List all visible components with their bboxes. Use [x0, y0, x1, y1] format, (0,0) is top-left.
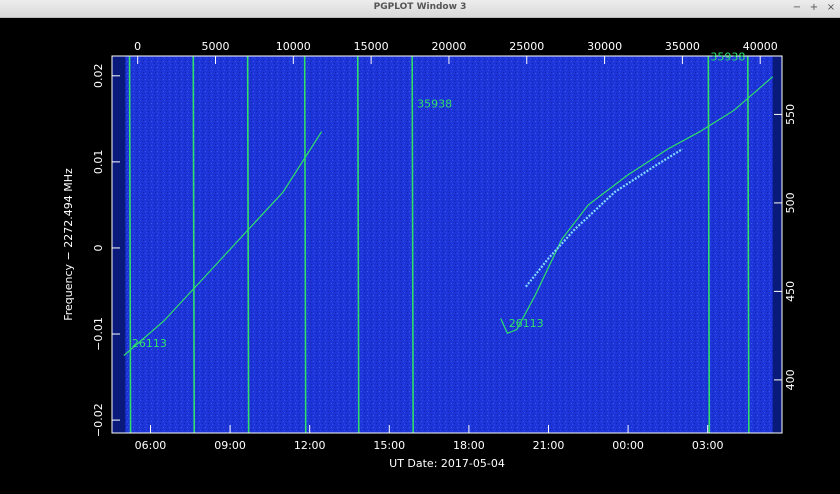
- title-bar[interactable]: PGPLOT Window 3 − + ×: [0, 0, 840, 18]
- x-axis-label: UT Date: 2017-05-04: [389, 457, 505, 470]
- pgplot-window: PGPLOT Window 3 − + × 06:00 09:00 12:00 15:…: [0, 0, 840, 494]
- x-tick-label: 21:00: [533, 439, 565, 452]
- spectrogram-band: [125, 56, 773, 433]
- y-axis-label: Frequency − 2272.494 MHz: [62, 168, 75, 321]
- y-tick-label: 0: [92, 244, 105, 251]
- y-tick-label: 0.02: [92, 64, 105, 88]
- right-tick-label: 550: [784, 104, 797, 125]
- x-tick-label: 00:00: [612, 439, 644, 452]
- top-tick-label: 35000: [665, 40, 700, 53]
- vertical-track: [356, 55, 360, 434]
- pgplot-chart: 06:00 09:00 12:00 15:00 18:00 21:00 00:00 03:00…: [62, 40, 797, 470]
- satellite-label: 26113: [132, 337, 167, 350]
- x-tick-label: 12:00: [294, 439, 326, 452]
- y-tick-label: −0.01: [92, 317, 105, 351]
- satellite-label: 35938: [710, 50, 745, 63]
- window-title: PGPLOT Window 3: [373, 2, 467, 12]
- top-tick-label: 5000: [201, 40, 229, 53]
- vertical-track: [192, 55, 196, 434]
- x-tick-label: 03:00: [692, 439, 724, 452]
- maximize-button[interactable]: +: [808, 2, 820, 14]
- right-tick-label: 400: [784, 369, 797, 390]
- top-tick-label: 20000: [431, 40, 466, 53]
- satellite-label: 26113: [509, 317, 544, 330]
- x-tick-label: 15:00: [373, 439, 405, 452]
- right-tick-label: 450: [784, 281, 797, 302]
- satellite-label: 35938: [417, 98, 452, 111]
- x-tick-label: 18:00: [453, 439, 485, 452]
- y-tick-label: −0.02: [92, 403, 105, 437]
- vertical-track: [747, 55, 750, 434]
- top-tick-label: 10000: [276, 40, 311, 53]
- y-tick-label: 0.01: [92, 150, 105, 175]
- minimize-button[interactable]: −: [791, 2, 803, 14]
- vertical-track: [128, 55, 132, 434]
- x-tick-label: 09:00: [214, 439, 246, 452]
- top-tick-label: 15000: [354, 40, 389, 53]
- close-button[interactable]: ×: [825, 2, 837, 14]
- vertical-track: [246, 55, 250, 434]
- top-tick-label: 30000: [587, 40, 622, 53]
- x-tick-label: 06:00: [135, 439, 167, 452]
- vertical-track: [707, 55, 711, 434]
- right-tick-label: 500: [784, 192, 797, 213]
- vertical-track: [303, 55, 307, 434]
- top-tick-label: 0: [134, 40, 141, 53]
- top-tick-label: 40000: [743, 40, 778, 53]
- top-tick-label: 25000: [509, 40, 544, 53]
- vertical-track: [411, 55, 414, 434]
